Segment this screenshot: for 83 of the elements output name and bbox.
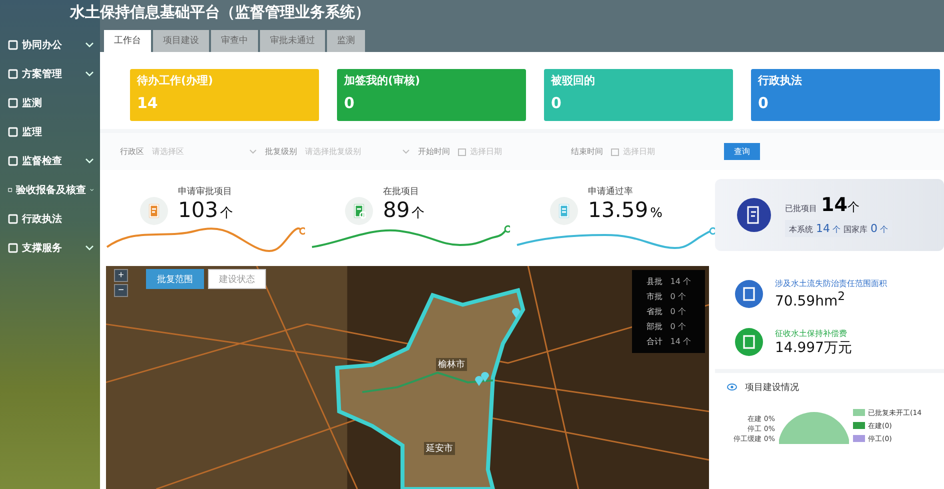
summary-label: 已批项目 [785, 202, 817, 214]
metric-label: 涉及水土流失防治责任范围面积 [775, 278, 887, 289]
legend-value: 0 个 [670, 291, 686, 302]
task-card[interactable]: 加签我的(审核) 0 [337, 69, 526, 121]
filter-label: 行政区 [120, 146, 144, 157]
card-count: 0 [758, 94, 770, 112]
chevron-icon [249, 149, 257, 154]
menu-item-icon [8, 68, 18, 78]
zoom-out-button[interactable]: − [114, 284, 128, 297]
tab[interactable]: 工作台 [104, 30, 151, 52]
summary-value: 0 个 [870, 222, 888, 234]
tab[interactable]: 监测 [327, 30, 365, 52]
chevron-icon [85, 42, 94, 48]
menu-item-icon [8, 40, 18, 50]
legend-value: 14 个 [670, 336, 691, 347]
legend-label: 县批 [646, 276, 662, 287]
sidebar-item[interactable]: 监理 [0, 117, 100, 146]
card-title: 待办工作(办理) [137, 73, 214, 88]
task-card[interactable]: 被驳回的 0 [544, 69, 733, 121]
task-card[interactable]: 行政执法 0 [751, 69, 940, 121]
city-label: 榆林市 [436, 358, 467, 371]
tab[interactable]: 项目建设 [153, 30, 209, 52]
map-pin-icon [474, 374, 484, 386]
document-icon [737, 198, 771, 232]
chevron-icon [85, 158, 94, 164]
map-pin-icon [511, 306, 521, 318]
chart-title: 项目建设情况 [745, 382, 799, 394]
legend-label: 部批 [646, 321, 662, 332]
stat-label: 申请审批项目 [178, 186, 233, 198]
sidebar-item[interactable]: 监督检查 [0, 146, 100, 175]
filter-label: 开始时间 [418, 146, 450, 157]
city-label: 延安市 [424, 442, 455, 455]
menu-item-icon [8, 98, 18, 108]
card-count: 14 [137, 94, 159, 112]
stat-value: 13.59% [588, 198, 662, 222]
legend-label: 合计 [646, 336, 662, 347]
summary-value: 14 个 [816, 222, 841, 234]
card-count: 0 [344, 94, 356, 112]
tab[interactable]: 审查中 [211, 30, 258, 52]
filter-label: 结束时间 [571, 146, 603, 157]
tab[interactable]: 审批未通过 [260, 30, 325, 52]
sidebar-item[interactable]: 协同办公 [0, 30, 100, 59]
eye-icon [727, 383, 737, 392]
card-count: 0 [551, 94, 562, 112]
zoom-in-button[interactable]: + [114, 269, 128, 282]
legend-value: 0 个 [670, 321, 686, 332]
legend-value: 14 个 [670, 276, 691, 287]
summary-label: 国家库 [844, 224, 868, 234]
summary-label: 本系统 [789, 224, 813, 234]
menu-item-icon [8, 156, 18, 166]
metric-value: 70.59hm$^{2}$ [775, 289, 846, 310]
filter-label: 批复级别 [265, 146, 297, 157]
metric-label: 征收水土保持补偿费 [775, 328, 848, 339]
chevron-icon [85, 70, 94, 76]
card-title: 加签我的(审核) [344, 73, 422, 88]
query-button[interactable]: 查询 [724, 143, 760, 160]
card-title: 行政执法 [758, 73, 803, 88]
map-layer-button[interactable]: 建设状态 [208, 269, 266, 289]
map-layer-button[interactable]: 批复范围 [146, 269, 204, 289]
sidebar-item[interactable]: 验收报备及核查 [0, 175, 100, 204]
stat-value: 89 个 [383, 198, 425, 222]
sidebar-item[interactable]: 行政执法 [0, 204, 100, 233]
chevron-icon [402, 149, 410, 154]
legend-label: 市批 [646, 291, 662, 302]
calendar-icon [611, 148, 619, 156]
legend-value: 0 个 [670, 306, 686, 317]
menu-item-icon [8, 126, 18, 136]
summary-value: 14个 [821, 194, 860, 216]
sidebar-item[interactable]: 监测 [0, 88, 100, 117]
legend-label: 省批 [646, 306, 662, 317]
menu-item-icon [8, 214, 18, 224]
calendar-icon [458, 148, 466, 156]
card-title: 被驳回的 [551, 73, 596, 88]
stat-label: 在批项目 [383, 186, 420, 198]
metric-value: 14.997万元 [775, 338, 852, 357]
chevron-icon [85, 244, 94, 250]
sidebar-item[interactable]: 支撑服务 [0, 233, 100, 262]
stat-label: 申请通过率 [588, 186, 634, 198]
menu-item-icon [8, 242, 18, 252]
map-pin-icon [480, 370, 490, 382]
stat-value: 103 个 [178, 198, 234, 222]
sidebar-item[interactable]: 方案管理 [0, 59, 100, 88]
window-title: 水土保持信息基础平台（监督管理业务系统） [70, 3, 370, 22]
